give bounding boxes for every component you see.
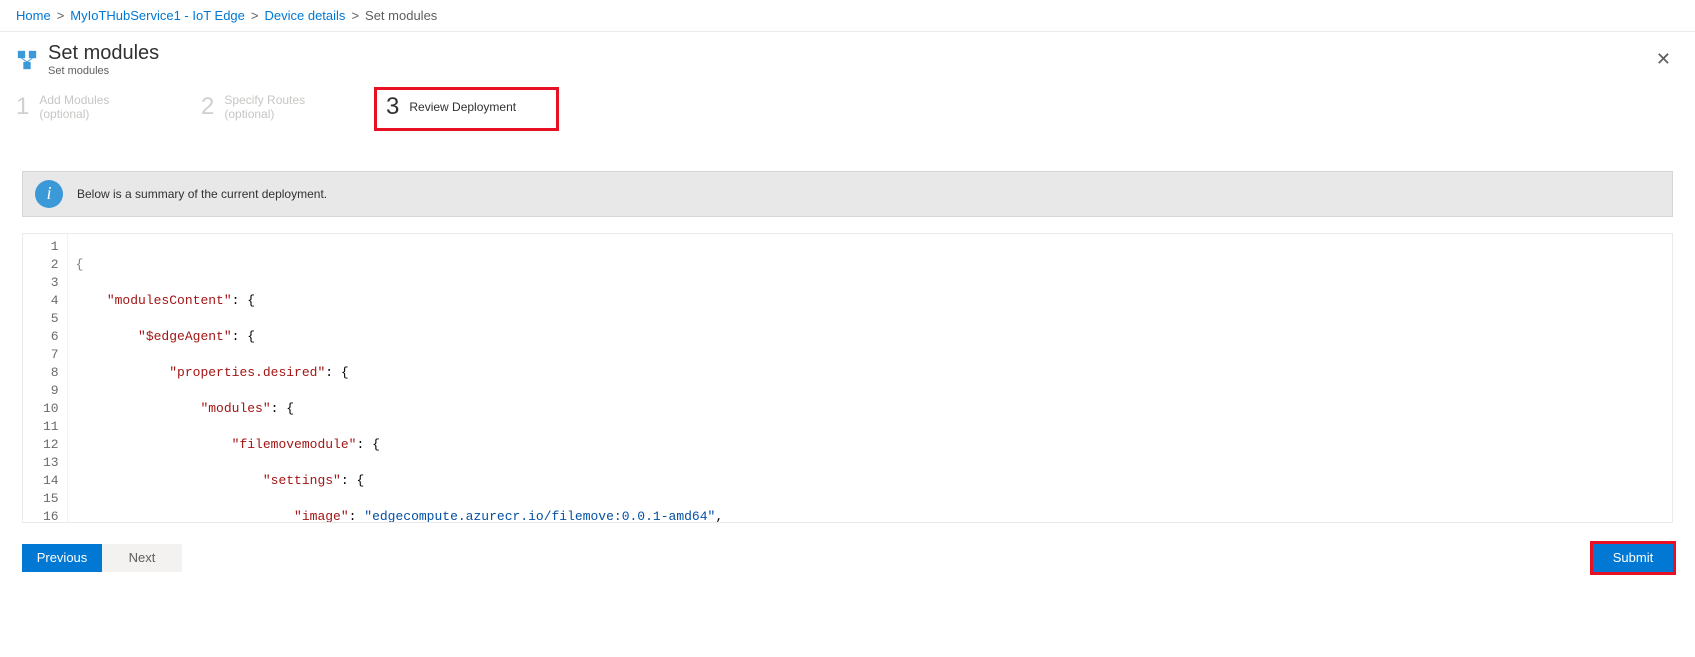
page-subtitle: Set modules xyxy=(48,65,159,77)
previous-button[interactable]: Previous xyxy=(22,544,102,572)
info-bar: i Below is a summary of the current depl… xyxy=(22,171,1673,217)
json-editor[interactable]: 1234 5678 9101112 13141516 { "modulesCon… xyxy=(22,233,1673,523)
close-icon: ✕ xyxy=(1656,49,1671,69)
breadcrumb-service[interactable]: MyIoTHubService1 - IoT Edge xyxy=(70,8,245,23)
step-sub: (optional) xyxy=(39,107,109,121)
page-title: Set modules xyxy=(48,42,159,65)
step-title: Add Modules xyxy=(39,93,109,107)
modules-icon xyxy=(16,49,38,71)
code-area[interactable]: { "modulesContent": { "$edgeAgent": { "p… xyxy=(68,234,1672,522)
wizard-steps: 1 Add Modules (optional) 2 Specify Route… xyxy=(0,87,1695,131)
close-button[interactable]: ✕ xyxy=(1648,45,1679,74)
step-sub: (optional) xyxy=(224,107,305,121)
breadcrumb: Home > MyIoTHubService1 - IoT Edge > Dev… xyxy=(0,0,1695,32)
breadcrumb-device[interactable]: Device details xyxy=(265,8,346,23)
line-gutter: 1234 5678 9101112 13141516 xyxy=(23,234,68,522)
step-specify-routes[interactable]: 2 Specify Routes (optional) xyxy=(189,87,374,131)
footer: Previous Next Submit xyxy=(0,523,1695,586)
breadcrumb-sep: > xyxy=(57,8,65,23)
step-number: 1 xyxy=(16,93,29,121)
breadcrumb-current: Set modules xyxy=(365,8,437,23)
step-number: 3 xyxy=(386,93,399,121)
step-number: 2 xyxy=(201,93,214,121)
step-title: Review Deployment xyxy=(409,100,516,114)
step-add-modules[interactable]: 1 Add Modules (optional) xyxy=(4,87,189,131)
breadcrumb-sep: > xyxy=(251,8,259,23)
breadcrumb-home[interactable]: Home xyxy=(16,8,51,23)
info-text: Below is a summary of the current deploy… xyxy=(77,187,327,201)
page-header: Set modules Set modules ✕ xyxy=(0,32,1695,87)
next-button[interactable]: Next xyxy=(102,544,182,572)
step-title: Specify Routes xyxy=(224,93,305,107)
info-icon: i xyxy=(35,180,63,208)
breadcrumb-sep: > xyxy=(351,8,359,23)
step-review-deployment[interactable]: 3 Review Deployment xyxy=(374,87,559,131)
submit-button[interactable]: Submit xyxy=(1593,544,1673,572)
